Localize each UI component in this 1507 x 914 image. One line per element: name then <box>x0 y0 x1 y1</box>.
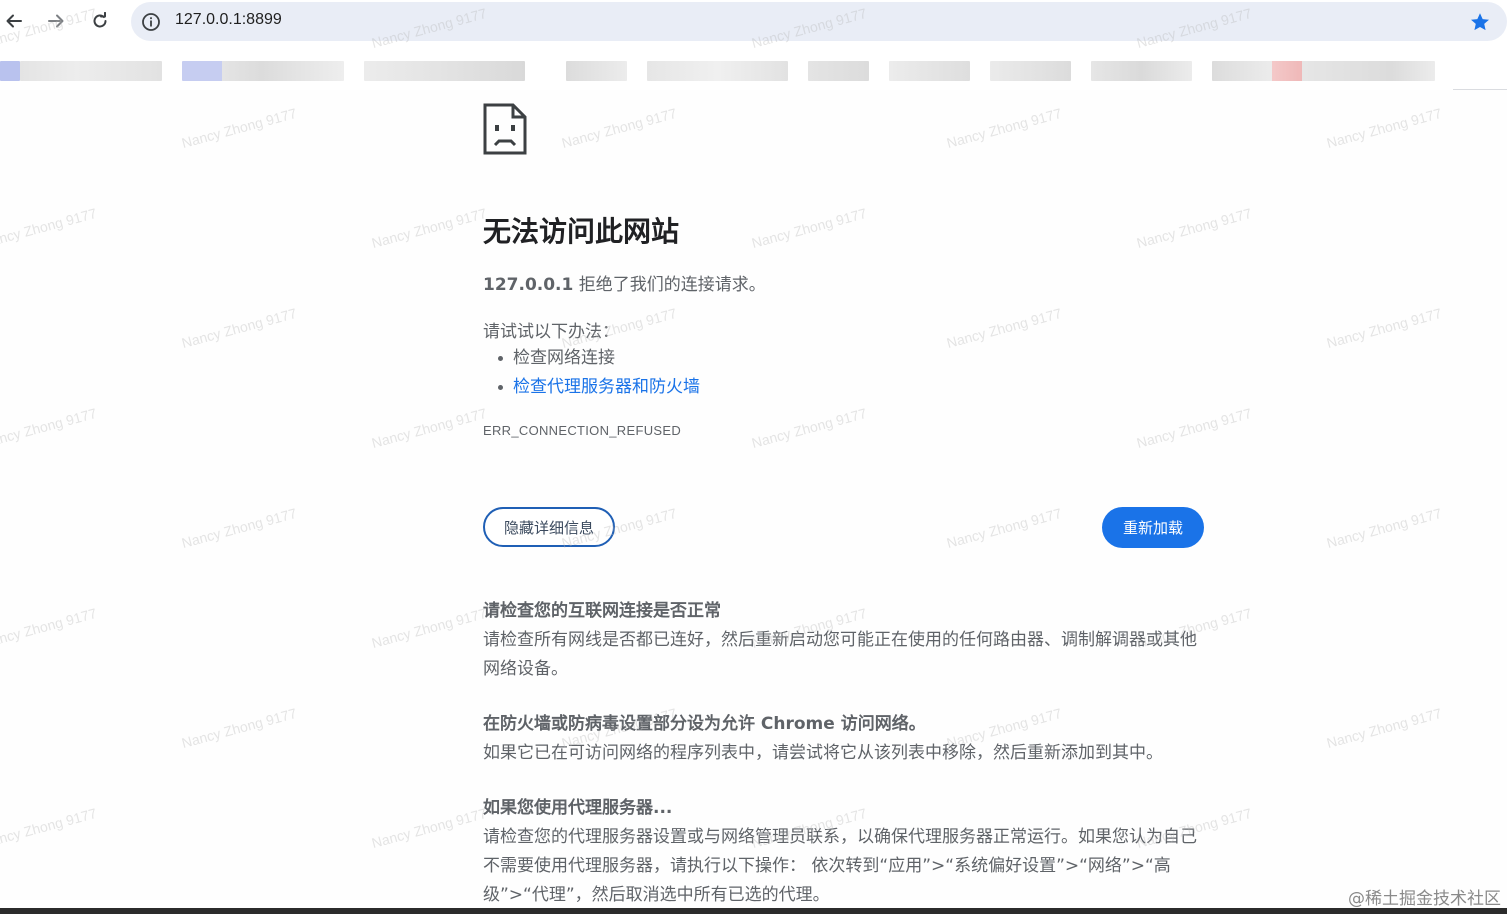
bookmark-item[interactable] <box>808 61 869 81</box>
star-icon[interactable] <box>1469 11 1491 33</box>
bookmarks-bar <box>0 44 1453 90</box>
section-heading: 在防火墙或防病毒设置部分设为允许 Chrome 访问网络。 <box>483 714 926 734</box>
reload-button[interactable] <box>88 9 112 33</box>
page-title: 无法访问此网站 <box>483 215 680 248</box>
suggestion-item: 检查网络连接 <box>498 344 700 373</box>
taskbar <box>0 908 1507 914</box>
section-body: 请检查所有网线是否都已连好，然后重新启动您可能正在使用的任何路由器、调制解调器或… <box>483 630 1197 679</box>
error-page: 无法访问此网站 127.0.0.1 拒绝了我们的连接请求。 请试试以下办法： 检… <box>0 90 1507 908</box>
hide-details-button[interactable]: 隐藏详细信息 <box>483 507 615 547</box>
subtitle-text: 拒绝了我们的连接请求。 <box>573 275 766 295</box>
bookmark-item[interactable] <box>990 61 1071 81</box>
forward-button[interactable] <box>44 9 68 33</box>
suggestion-link[interactable]: 检查代理服务器和防火墙 <box>498 373 700 402</box>
bookmark-item[interactable] <box>566 61 627 81</box>
url-text[interactable]: 127.0.0.1:8899 <box>175 11 282 29</box>
bookmark-item[interactable] <box>0 61 20 81</box>
arrow-left-icon <box>6 14 22 28</box>
arrow-right-icon <box>48 14 64 28</box>
bookmark-item[interactable] <box>182 61 344 81</box>
info-circle-icon <box>142 13 160 31</box>
bookmark-item[interactable] <box>20 61 162 81</box>
reload-icon <box>93 12 107 28</box>
host-name: 127.0.0.1 <box>483 275 574 295</box>
bookmark-item[interactable] <box>889 61 970 81</box>
address-bar[interactable]: 127.0.0.1:8899 <box>131 2 1507 41</box>
section-body: 请检查您的代理服务器设置或与网络管理员联系，以确保代理服务器正常运行。如果您认为… <box>483 827 1197 905</box>
back-button[interactable] <box>2 9 26 33</box>
error-code: ERR_CONNECTION_REFUSED <box>483 423 682 438</box>
suggestions-list: 检查网络连接 检查代理服务器和防火墙 <box>498 344 700 402</box>
site-info-button[interactable] <box>139 10 163 34</box>
bookmark-item[interactable] <box>647 61 788 81</box>
section-heading: 如果您使用代理服务器... <box>483 798 673 818</box>
browser-toolbar: 127.0.0.1:8899 <box>0 0 1507 44</box>
bookmark-item[interactable] <box>1091 61 1192 81</box>
reload-page-button[interactable]: 重新加载 <box>1102 507 1204 548</box>
section-heading: 请检查您的互联网连接是否正常 <box>483 601 721 621</box>
sad-document-icon <box>483 103 527 155</box>
bookmark-item[interactable] <box>1212 61 1435 81</box>
bookmark-item[interactable] <box>364 61 525 81</box>
error-subtitle: 127.0.0.1 拒绝了我们的连接请求。 <box>483 270 766 295</box>
section-body: 如果它已在可访问网络的程序列表中，请尝试将它从该列表中移除，然后重新添加到其中。 <box>483 743 1163 763</box>
attribution-text: @稀土掘金技术社区 <box>1348 889 1501 909</box>
suggestions-label: 请试试以下办法： <box>483 322 619 342</box>
